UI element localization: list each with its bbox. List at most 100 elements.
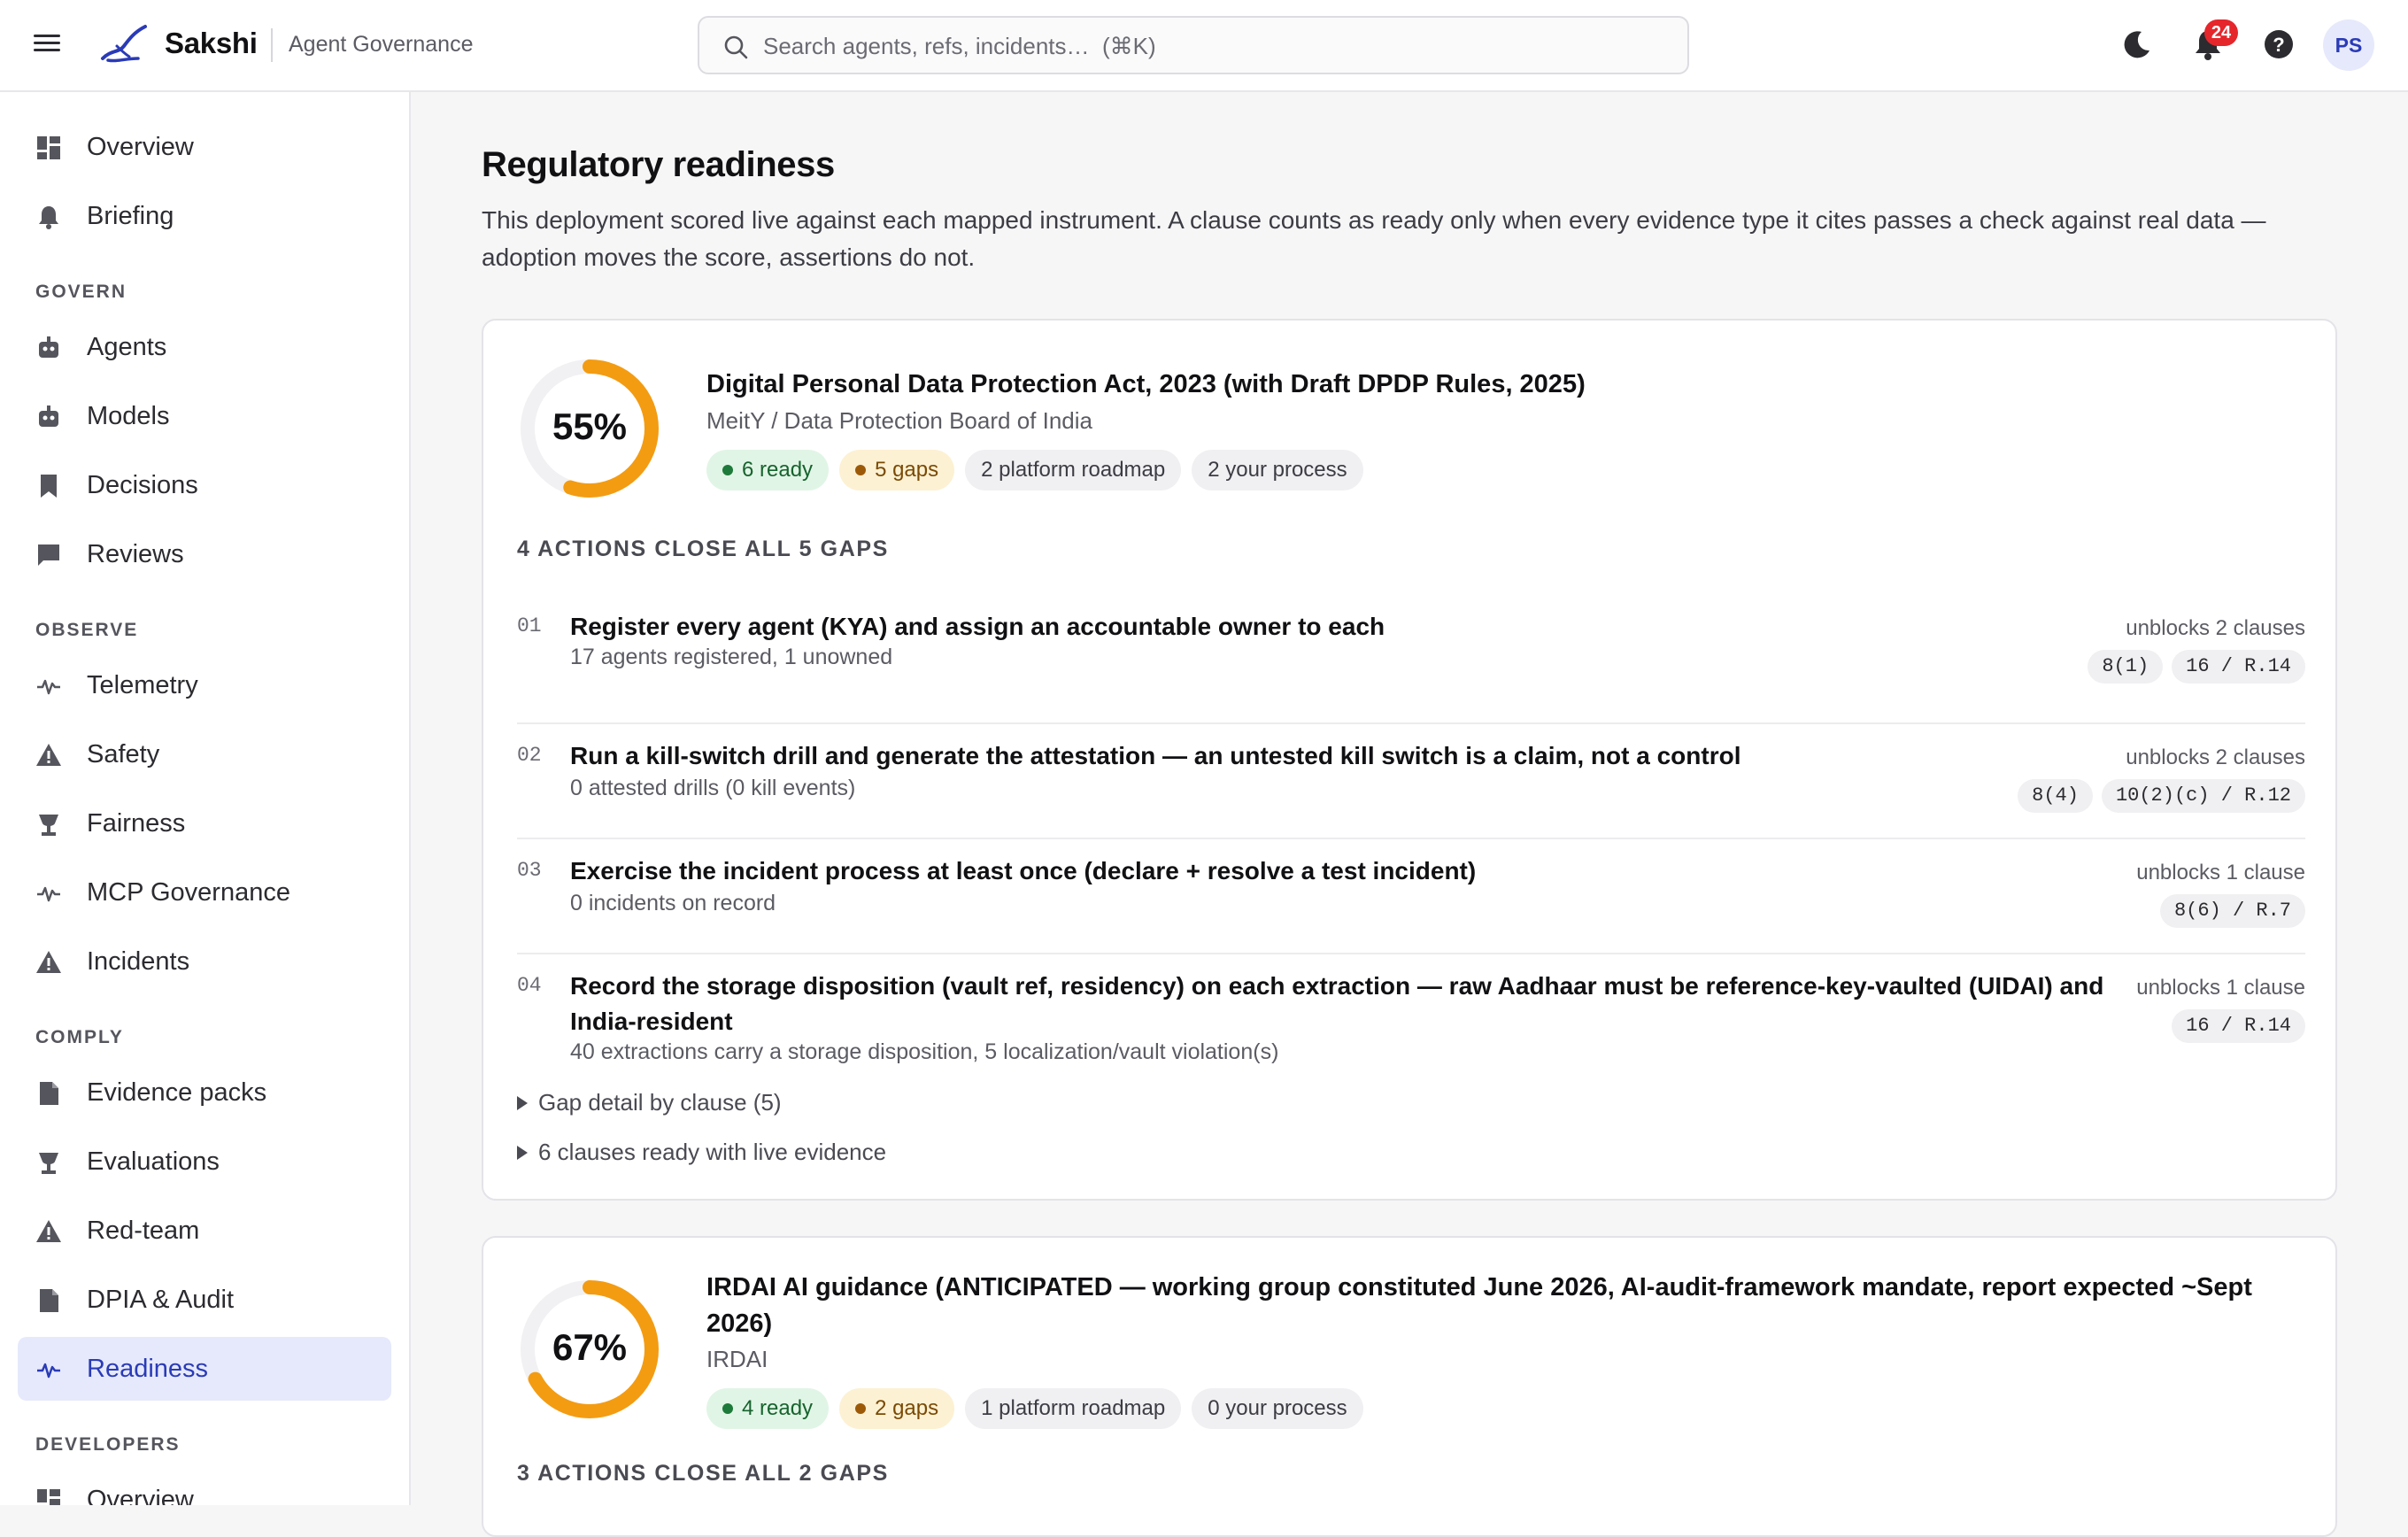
pulse-icon — [37, 1363, 60, 1379]
sidebar-item-label: Telemetry — [87, 671, 198, 699]
action-number: 04 — [517, 974, 542, 997]
sidebar-item-label: Overview — [87, 133, 194, 161]
action-row[interactable]: 02 Run a kill-switch drill and generate … — [517, 724, 2305, 839]
notification-count-badge: 24 — [2204, 19, 2238, 46]
sidebar-item-label: Briefing — [87, 202, 174, 230]
brand-name[interactable]: Sakshi — [165, 27, 258, 60]
sidebar-section-observe: OBSERVE — [35, 620, 139, 640]
status-pills: 4 ready 2 gaps 1 platform roadmap 0 your… — [706, 1388, 1363, 1429]
readiness-percent: 67% — [552, 1326, 628, 1368]
unblocks-label: unblocks 1 clause — [2136, 861, 2305, 884]
clause-chip: 16 / R.14 — [2172, 650, 2305, 684]
instrument-issuer: MeitY / Data Protection Board of India — [706, 407, 1092, 434]
sidebar-item-label: DPIA & Audit — [87, 1286, 235, 1314]
ready-count-label: 4 ready — [742, 1396, 814, 1420]
sakshi-logo-icon — [101, 25, 147, 63]
top-bar: Sakshi Agent Governance 24 ? PS — [0, 0, 2408, 92]
sidebar-item-telemetry[interactable]: Telemetry — [18, 653, 391, 717]
sidebar-item-incidents[interactable]: Incidents — [18, 930, 391, 993]
unblocks-label: unblocks 2 clauses — [2126, 616, 2305, 640]
action-number: 02 — [517, 744, 542, 767]
clause-chip: 8(4) — [2018, 779, 2093, 813]
ready-clauses-label: 6 clauses ready with live evidence — [538, 1139, 887, 1165]
user-avatar[interactable]: PS — [2323, 19, 2374, 71]
sidebar-item-decisions[interactable]: Decisions — [18, 453, 391, 517]
pulse-icon — [37, 886, 60, 902]
sidebar-item-briefing[interactable]: Briefing — [18, 184, 391, 248]
instrument-title: Digital Personal Data Protection Act, 20… — [706, 370, 1586, 398]
sidebar-item-overview[interactable]: Overview — [18, 115, 391, 179]
action-title: Exercise the incident process at least o… — [570, 857, 1477, 884]
sidebar-item-label: Overview — [87, 1486, 194, 1505]
search-input[interactable] — [763, 28, 1666, 64]
sidebar-item-label: Safety — [87, 740, 160, 768]
sidebar-item-developers-overview[interactable]: Overview — [18, 1468, 391, 1505]
sidebar-item-mcp-governance[interactable]: MCP Governance — [18, 861, 391, 924]
help-icon[interactable]: ? — [2261, 27, 2296, 62]
sidebar-item-label: Evaluations — [87, 1147, 220, 1176]
gap-detail-toggle[interactable]: Gap detail by clause (5) — [517, 1089, 782, 1116]
sidebar-item-label: Reviews — [87, 540, 184, 568]
sidebar-item-agents[interactable]: Agents — [18, 315, 391, 379]
sidebar-item-label: Readiness — [87, 1355, 209, 1383]
ready-dot-icon — [722, 465, 733, 475]
gaps-count-label: 2 gaps — [875, 1396, 939, 1420]
sidebar-section-comply: COMPLY — [35, 1027, 124, 1047]
disclosure-triangle-icon — [517, 1145, 528, 1160]
warning-icon — [36, 744, 61, 766]
clause-chip: 8(1) — [2088, 650, 2164, 684]
search-box[interactable] — [698, 16, 1689, 74]
bookmark-icon — [41, 475, 57, 498]
action-number: 03 — [517, 859, 542, 882]
ready-count-badge: 6 ready — [706, 450, 830, 490]
your-process-badge: 2 your process — [1192, 450, 1363, 490]
sidebar-item-fairness[interactable]: Fairness — [18, 792, 391, 855]
ready-clauses-toggle[interactable]: 6 clauses ready with live evidence — [517, 1139, 886, 1166]
pulse-icon — [37, 679, 60, 695]
clause-chip: 16 / R.14 — [2172, 1009, 2305, 1043]
sidebar-item-evaluations[interactable]: Evaluations — [18, 1130, 391, 1193]
dashboard-icon — [37, 1489, 60, 1505]
page-description: This deployment scored live against each… — [482, 206, 2266, 271]
ready-dot-icon — [722, 1403, 733, 1414]
sidebar-item-readiness[interactable]: Readiness — [18, 1337, 391, 1401]
brand-subtitle: Agent Governance — [289, 32, 474, 57]
sidebar-item-safety[interactable]: Safety — [18, 722, 391, 786]
instrument-card: 55% Digital Personal Data Protection Act… — [482, 319, 2337, 1201]
comment-icon — [38, 545, 59, 566]
clause-chips: 8(6) / R.7 — [2159, 894, 2305, 928]
disclosure-triangle-icon — [517, 1095, 528, 1110]
action-row[interactable]: 03 Exercise the incident process at leas… — [517, 839, 2305, 954]
sidebar-section-developers: DEVELOPERS — [35, 1434, 181, 1455]
gap-dot-icon — [855, 1403, 867, 1414]
action-title: Run a kill-switch drill and generate the… — [570, 742, 1741, 769]
clause-chips: 8(4) 10(2)(c) / R.12 — [2018, 779, 2305, 813]
sidebar-item-reviews[interactable]: Reviews — [18, 522, 391, 586]
document-icon — [40, 1082, 58, 1105]
sidebar-item-models[interactable]: Models — [18, 384, 391, 448]
search-icon — [724, 35, 748, 59]
dark-mode-moon-icon[interactable] — [2119, 27, 2155, 62]
warning-icon — [36, 951, 61, 973]
sidebar-item-evidence-packs[interactable]: Evidence packs — [18, 1061, 391, 1124]
action-row[interactable]: 01 Register every agent (KYA) and assign… — [517, 609, 2305, 724]
scale-icon — [39, 815, 58, 836]
action-subtitle: 0 incidents on record — [570, 891, 776, 915]
sidebar-item-label: Decisions — [87, 471, 198, 499]
sidebar-item-label: Evidence packs — [87, 1078, 267, 1107]
sidebar-item-label: Agents — [87, 333, 167, 361]
gap-detail-label: Gap detail by clause (5) — [538, 1089, 782, 1116]
hamburger-menu-icon[interactable] — [32, 30, 62, 60]
robot-icon — [39, 405, 58, 427]
unblocks-label: unblocks 2 clauses — [2126, 745, 2305, 769]
action-title: Register every agent (KYA) and assign an… — [570, 613, 1385, 640]
action-row[interactable]: 04 Record the storage disposition (vault… — [517, 954, 2305, 1087]
sidebar-item-dpia-audit[interactable]: DPIA & Audit — [18, 1268, 391, 1332]
instrument-card: 67% IRDAI AI guidance (ANTICIPATED — wor… — [482, 1236, 2337, 1537]
action-number: 01 — [517, 614, 542, 637]
gaps-count-badge: 2 gaps — [839, 1388, 955, 1429]
your-process-badge: 0 your process — [1192, 1388, 1363, 1429]
sidebar-item-red-team[interactable]: Red-team — [18, 1199, 391, 1263]
robot-icon — [39, 336, 58, 358]
warning-icon — [36, 1220, 61, 1242]
